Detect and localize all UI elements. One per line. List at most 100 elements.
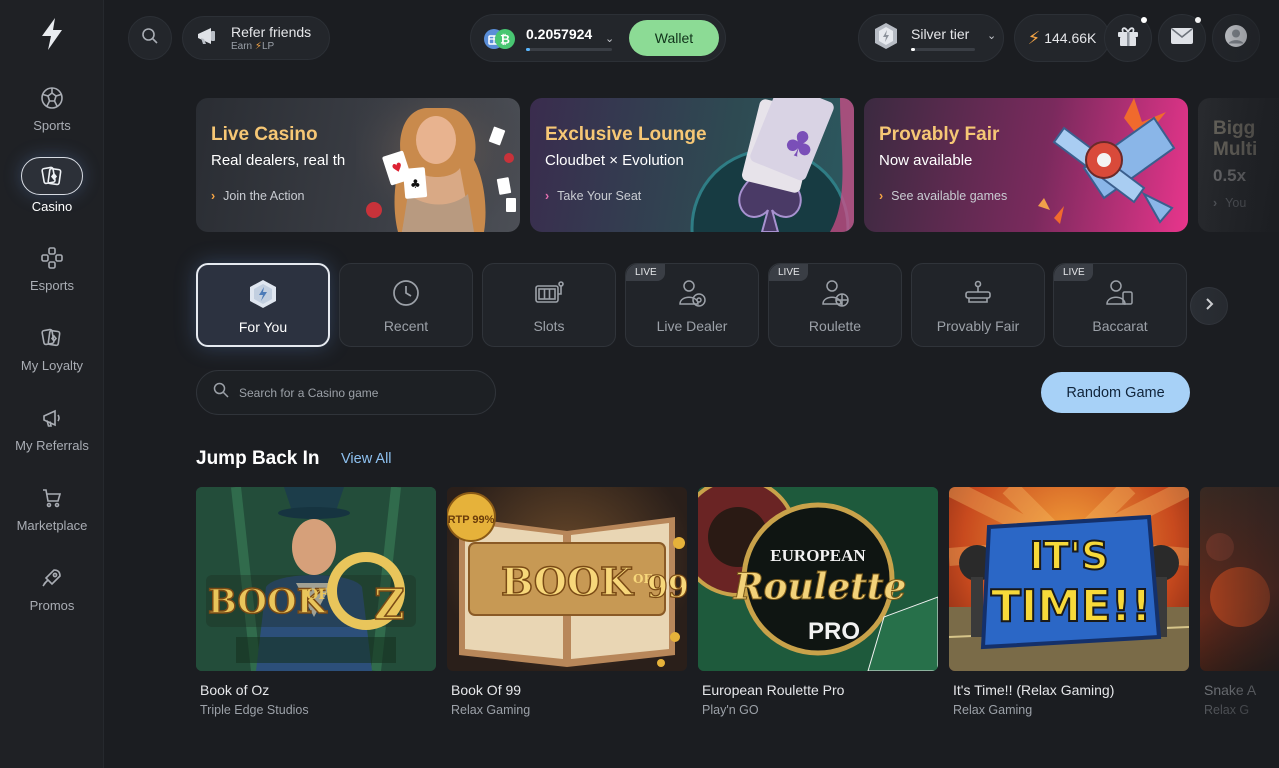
sidebar-item-my-loyalty[interactable]: My Loyalty (0, 324, 104, 394)
chevron-right-icon: › (211, 189, 216, 203)
notification-dot (1195, 17, 1201, 23)
banner-title: Exclusive Lounge (545, 124, 707, 145)
search-input[interactable] (239, 385, 469, 400)
banner-cta: › You (1213, 196, 1246, 210)
banner-exclusive-lounge[interactable]: ♣ Exclusive Lounge Cloudbet × Evolution … (530, 98, 854, 232)
banner-cta[interactable]: › Join the Action (211, 189, 304, 203)
live-badge: LIVE (769, 264, 808, 281)
category-slots[interactable]: Slots (482, 263, 616, 347)
game-thumbnail[interactable]: EUROPEAN Roulette PRO (698, 487, 938, 671)
sidebar-item-marketplace[interactable]: Marketplace (0, 484, 104, 554)
category-label: Provably Fair (936, 318, 1020, 334)
soccer-ball-icon (38, 84, 66, 112)
refer-title: Refer friends (231, 24, 312, 40)
category-live-dealer[interactable]: LIVE Live Dealer (625, 263, 759, 347)
game-card[interactable]: IT'S TIME!! It's Time!! (Relax Gaming) R… (949, 487, 1189, 717)
game-thumbnail[interactable]: BOOK OF 99 RTP 99% (447, 487, 687, 671)
casino-search[interactable] (196, 370, 496, 415)
snake-game-art (1206, 533, 1270, 627)
coins-icon: ₿ (483, 28, 517, 50)
plane-illustration (1038, 98, 1176, 224)
banner-cta-label: Join the Action (223, 189, 305, 203)
gift-icon (1116, 25, 1140, 52)
chevron-right-icon (1203, 297, 1215, 316)
banner-cta-label: See available games (891, 189, 1008, 203)
game-name: European Roulette Pro (702, 682, 845, 698)
game-card[interactable]: BOOK OF Z Book of Oz Triple Edge Studios (196, 487, 436, 717)
messages-button[interactable] (1158, 14, 1206, 62)
loyalty-cards-icon (38, 324, 66, 352)
view-all-link[interactable]: View All (341, 451, 392, 467)
chevron-right-icon: › (545, 189, 550, 203)
profile-button[interactable] (1212, 14, 1260, 62)
gamepad-icon (38, 244, 66, 272)
sidebar-item-esports[interactable]: Esports (0, 244, 104, 314)
cards-icon (21, 157, 83, 195)
banner-title: Live Casino (211, 124, 318, 145)
banner-title-line2: Multi (1213, 139, 1258, 160)
game-thumbnail[interactable] (1200, 487, 1279, 671)
banner-subtitle: Now available (879, 152, 973, 169)
game-card[interactable]: BOOK OF 99 RTP 99% Book Of 99 Relax Gami… (447, 487, 687, 717)
category-label: Slots (533, 318, 565, 334)
banner-provably-fair[interactable]: Provably Fair Now available › See availab… (864, 98, 1188, 232)
chevron-down-icon[interactable]: ⌄ (605, 32, 614, 45)
category-provably-fair[interactable]: Provably Fair (911, 263, 1045, 347)
game-name: Snake A (1204, 682, 1257, 698)
game-art-text: TIME!! (991, 581, 1151, 632)
rocket-icon (38, 564, 66, 592)
game-provider: Relax Gaming (953, 703, 1033, 717)
game-provider: Relax Gaming (451, 703, 531, 717)
category-for-you[interactable]: For You (196, 263, 330, 347)
banner-subtitle: 0.5x (1213, 166, 1247, 185)
game-card[interactable]: Snake A Relax G (1200, 487, 1279, 717)
category-roulette[interactable]: LIVE Roulette (768, 263, 902, 347)
sidebar-item-casino[interactable]: Casino (0, 157, 104, 227)
banner-cta[interactable]: › See available games (879, 189, 1007, 203)
categories-next-button[interactable] (1190, 287, 1228, 325)
tier-selector[interactable]: Silver tier ⌄ (858, 14, 1004, 62)
banner-title: Provably Fair (879, 124, 1000, 145)
spade-cards-illustration: ♣ (690, 98, 854, 232)
wallet-button[interactable]: Wallet (629, 20, 719, 56)
sidebar-item-label: My Loyalty (20, 358, 84, 373)
category-recent[interactable]: Recent (339, 263, 473, 347)
search-button[interactable] (128, 16, 172, 60)
category-label: Roulette (808, 318, 862, 334)
book-of-99-art: BOOK OF 99 RTP 99% (447, 492, 687, 667)
sidebar-item-label: My Referrals (15, 438, 89, 453)
roulette-dealer-icon (819, 278, 851, 308)
chevron-right-icon: › (1213, 196, 1218, 210)
envelope-icon (1170, 27, 1194, 50)
svg-text:BOOK: BOOK (501, 559, 635, 604)
refer-unit: LP (261, 41, 275, 52)
banner-live-casino[interactable]: ♥ ♣ Live Casino Real dealers, real th › J… (196, 98, 520, 232)
game-thumbnail[interactable]: IT'S TIME!! (949, 487, 1189, 671)
random-game-button[interactable]: Random Game (1041, 372, 1190, 413)
sidebar-item-promos[interactable]: Promos (0, 564, 104, 634)
european-roulette-art: EUROPEAN Roulette PRO (698, 487, 938, 671)
lightning-icon: ⚡ (254, 41, 262, 52)
loyalty-points[interactable]: ⚡ 144.66K (1014, 14, 1110, 62)
lightning-logo-icon[interactable] (36, 16, 68, 52)
game-art-text: Roulette (733, 566, 907, 608)
banner-partial[interactable]: Bigg Multi 0.5x › You (1198, 98, 1279, 232)
dealer-icon (676, 278, 708, 308)
category-label: Baccarat (1092, 318, 1148, 334)
category-baccarat[interactable]: LIVE Baccarat (1053, 263, 1187, 347)
refer-earn-text: Earn (231, 41, 253, 52)
game-card[interactable]: EUROPEAN Roulette PRO European Roulette … (698, 487, 938, 717)
wallet-balance: ₿ 0.2057924 ⌄ Wallet (470, 14, 726, 62)
clock-icon (390, 278, 422, 308)
sidebar-item-sports[interactable]: Sports (0, 84, 104, 154)
sidebar-item-my-referrals[interactable]: My Referrals (0, 404, 104, 474)
svg-text:OF: OF (306, 587, 328, 603)
banner-cta[interactable]: › Take Your Seat (545, 189, 641, 203)
balance-amount: 0.2057924 (526, 26, 593, 42)
category-label: Live Dealer (656, 318, 728, 334)
rewards-button[interactable] (1104, 14, 1152, 62)
game-thumbnail[interactable]: BOOK OF Z (196, 487, 436, 671)
cube-bolt-icon (247, 279, 279, 309)
its-time-art: IT'S TIME!! (949, 487, 1189, 671)
refer-friends-button[interactable]: Refer friends Earn ⚡LP (182, 16, 330, 60)
